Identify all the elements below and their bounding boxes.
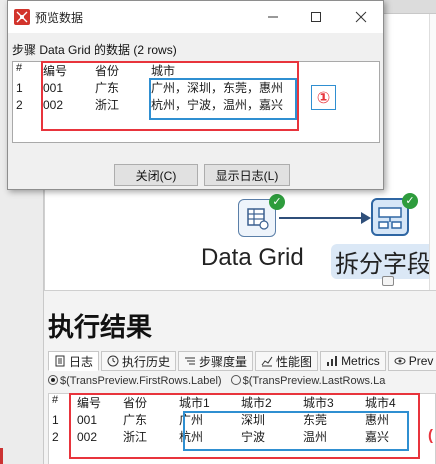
close-button[interactable]: 关闭(C) — [114, 164, 198, 186]
minimize-icon — [268, 16, 278, 18]
tab-step-metrics-label: 步骤度量 — [199, 354, 248, 369]
tab-preview[interactable]: Prev — [387, 351, 436, 371]
dialog-highlight-blue-box — [149, 78, 297, 120]
data-grid-step-label[interactable]: Data Grid — [201, 244, 304, 272]
last-rows-label: $(TransPreview.LastRows.La — [242, 375, 386, 387]
col-header-index: # — [52, 394, 59, 406]
preview-data-dialog: 预览数据 步骤 Data Grid 的数据 (2 rows) # 编号 省份 城… — [7, 0, 384, 190]
first-rows-radio[interactable] — [48, 375, 58, 385]
maximize-button[interactable] — [304, 5, 328, 29]
preview-caption: 步骤 Data Grid 的数据 (2 rows) — [12, 43, 177, 57]
step-metrics-icon — [185, 357, 196, 365]
kettle-app-icon — [14, 9, 30, 25]
execution-results-title: 执行结果 — [48, 312, 153, 342]
tab-history[interactable]: 执行历史 — [101, 351, 177, 371]
tab-metrics-label: Metrics — [341, 354, 380, 368]
history-icon — [107, 355, 119, 367]
tab-performance-chart[interactable]: 性能图 — [255, 351, 319, 371]
tab-step-metrics[interactable]: 步骤度量 — [178, 351, 254, 371]
col-header-index: # — [16, 62, 23, 74]
first-rows-label: $(TransPreview.FirstRows.Label) — [60, 375, 222, 387]
tab-performance-chart-label: 性能图 — [276, 354, 313, 369]
tab-metrics[interactable]: Metrics — [320, 351, 386, 371]
split-fields-icon — [378, 207, 402, 229]
lock-icon — [382, 276, 394, 286]
tab-preview-label: Prev — [408, 354, 434, 368]
annotation-1-marker: ① — [311, 85, 336, 110]
row-index: 2 — [52, 429, 59, 444]
last-rows-radio[interactable] — [230, 375, 241, 385]
tab-log[interactable]: 日志 — [48, 351, 100, 371]
tab-log-label: 日志 — [69, 354, 94, 369]
preview-rows-radio-group: $(TransPreview.FirstRows.Label) $(TransP… — [48, 375, 436, 389]
row-index: 2 — [16, 97, 23, 112]
metrics-icon — [327, 356, 338, 366]
maximize-icon — [311, 12, 321, 22]
results-highlight-blue-box — [183, 411, 409, 451]
hop-arrow-icon — [361, 212, 371, 224]
row-index: 1 — [16, 80, 23, 95]
log-icon — [55, 355, 65, 367]
execution-results-pane: 执行结果 日志 执行历史 步骤度量 性能图 Metrics Prev $(Tra… — [44, 290, 436, 464]
annotation-2-marker: ( — [428, 427, 433, 444]
hop-line[interactable] — [279, 217, 363, 219]
close-icon — [355, 11, 367, 23]
dialog-title: 预览数据 — [35, 11, 84, 25]
canvas-scroll-edge — [429, 14, 436, 290]
preview-eye-icon — [394, 357, 406, 365]
data-grid-success-check-icon: ✓ — [269, 194, 285, 210]
split-fields-success-check-icon: ✓ — [402, 193, 418, 209]
minimize-button[interactable] — [261, 5, 285, 29]
close-window-button[interactable] — [349, 5, 373, 29]
tab-history-label: 执行历史 — [122, 354, 171, 369]
chart-icon — [261, 356, 273, 367]
left-panel-marker — [0, 448, 3, 464]
split-fields-step-label[interactable]: 拆分字段 — [331, 244, 435, 279]
row-index: 1 — [52, 412, 59, 427]
dialog-title-bar: 预览数据 — [8, 1, 383, 33]
show-log-button[interactable]: 显示日志(L) — [204, 164, 290, 186]
results-tab-bar: 日志 执行历史 步骤度量 性能图 Metrics Prev — [48, 351, 436, 371]
